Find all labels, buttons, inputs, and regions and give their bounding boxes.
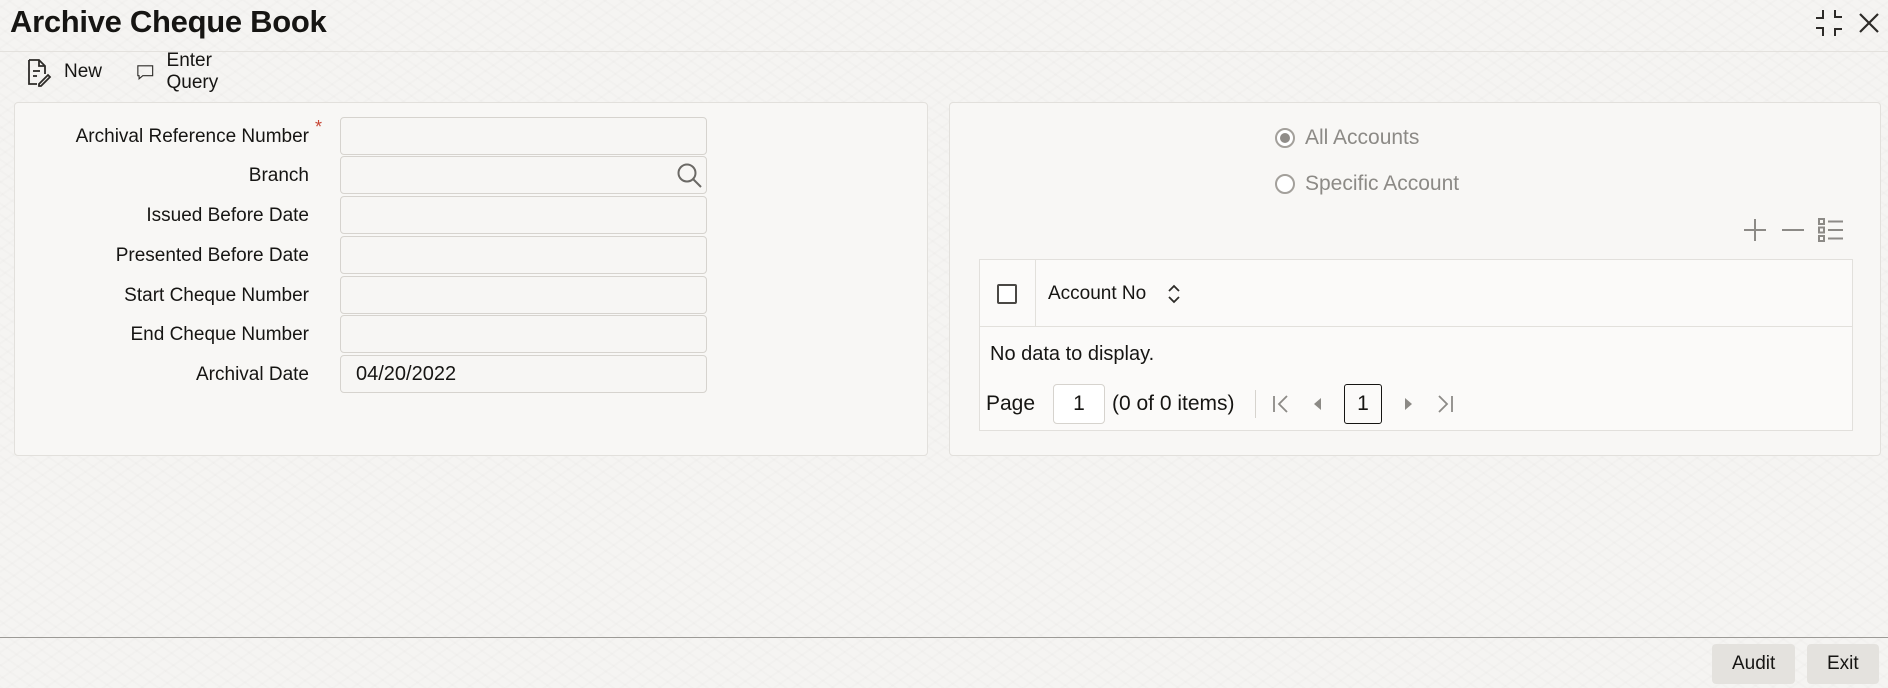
accounts-table: Account No No data to display. Page (0 o… bbox=[979, 259, 1853, 431]
minimize-icon[interactable] bbox=[1812, 6, 1846, 40]
page-number-input[interactable] bbox=[1053, 384, 1105, 424]
end-cheque-number-label: End Cheque Number bbox=[130, 324, 310, 345]
required-indicator: * bbox=[315, 117, 323, 137]
new-label: New bbox=[64, 61, 103, 82]
exit-button[interactable]: Exit bbox=[1807, 644, 1879, 684]
new-document-icon bbox=[28, 59, 52, 87]
audit-button[interactable]: Audit bbox=[1712, 644, 1796, 684]
archival-date-input[interactable] bbox=[340, 355, 707, 393]
item-count: (0 of 0 items) bbox=[1112, 392, 1235, 415]
close-icon[interactable] bbox=[1852, 6, 1886, 40]
single-record-view-icon[interactable] bbox=[1816, 215, 1846, 245]
branch-label: Branch bbox=[248, 165, 309, 186]
enter-query-label: Enter Query bbox=[166, 50, 219, 93]
page-title: Archive Cheque Book bbox=[10, 4, 327, 39]
account-no-column-header[interactable]: Account No bbox=[1048, 283, 1146, 305]
new-button[interactable]: New bbox=[22, 54, 102, 90]
end-cheque-number-input[interactable] bbox=[340, 315, 707, 353]
speech-bubble-icon bbox=[137, 65, 154, 80]
next-page-icon[interactable] bbox=[1396, 392, 1420, 416]
archival-reference-number-input[interactable] bbox=[340, 117, 707, 155]
footer-bar: Audit Exit bbox=[0, 637, 1888, 688]
archive-criteria-panel: Archival Reference Number * Branch Issue… bbox=[14, 102, 928, 456]
first-page-icon[interactable] bbox=[1269, 392, 1293, 416]
accounts-panel: All Accounts Specific Account Account No… bbox=[949, 102, 1881, 456]
radio-selected-icon bbox=[1275, 128, 1295, 148]
start-cheque-number-row: Start Cheque Number bbox=[15, 276, 927, 314]
specific-account-label: Specific Account bbox=[1305, 172, 1460, 195]
pagination: Page (0 of 0 items) 1 bbox=[986, 384, 1486, 424]
presented-before-date-input[interactable] bbox=[340, 236, 707, 274]
archival-date-label: Archival Date bbox=[196, 364, 309, 385]
start-cheque-number-input[interactable] bbox=[340, 276, 707, 314]
all-accounts-label: All Accounts bbox=[1305, 126, 1420, 149]
empty-table-message: No data to display. bbox=[990, 343, 1155, 365]
enter-query-button[interactable]: Enter Query bbox=[136, 50, 230, 93]
archive-cheque-book-window: Archive Cheque Book New Enter Query Arch… bbox=[0, 0, 1888, 688]
pager-divider bbox=[1255, 390, 1256, 418]
all-accounts-radio[interactable]: All Accounts bbox=[1275, 123, 1419, 153]
last-page-icon[interactable] bbox=[1433, 392, 1457, 416]
branch-row: Branch bbox=[15, 156, 927, 194]
archival-date-row: Archival Date bbox=[15, 355, 927, 393]
issued-before-date-label: Issued Before Date bbox=[146, 205, 309, 226]
select-all-checkbox[interactable] bbox=[997, 284, 1017, 304]
start-cheque-number-label: Start Cheque Number bbox=[124, 285, 309, 306]
add-row-icon[interactable] bbox=[1740, 215, 1770, 245]
remove-row-icon[interactable] bbox=[1778, 215, 1808, 245]
specific-account-radio[interactable]: Specific Account bbox=[1275, 169, 1459, 199]
archival-reference-number-row: Archival Reference Number * bbox=[15, 117, 927, 155]
previous-page-icon[interactable] bbox=[1306, 392, 1330, 416]
branch-input[interactable] bbox=[340, 156, 707, 194]
presented-before-date-row: Presented Before Date bbox=[15, 236, 927, 274]
title-bar: Archive Cheque Book bbox=[0, 0, 1888, 52]
end-cheque-number-row: End Cheque Number bbox=[15, 315, 927, 353]
presented-before-date-label: Presented Before Date bbox=[115, 245, 309, 266]
select-all-cell bbox=[980, 260, 1036, 327]
search-icon[interactable] bbox=[675, 161, 703, 189]
table-header: Account No bbox=[980, 260, 1852, 327]
current-page-button[interactable]: 1 bbox=[1344, 384, 1382, 424]
sort-icon[interactable] bbox=[1165, 282, 1183, 306]
page-label: Page bbox=[986, 392, 1036, 415]
issued-before-date-input[interactable] bbox=[340, 196, 707, 234]
archival-reference-number-label: Archival Reference Number bbox=[75, 126, 309, 147]
radio-unselected-icon bbox=[1275, 174, 1295, 194]
issued-before-date-row: Issued Before Date bbox=[15, 196, 927, 234]
